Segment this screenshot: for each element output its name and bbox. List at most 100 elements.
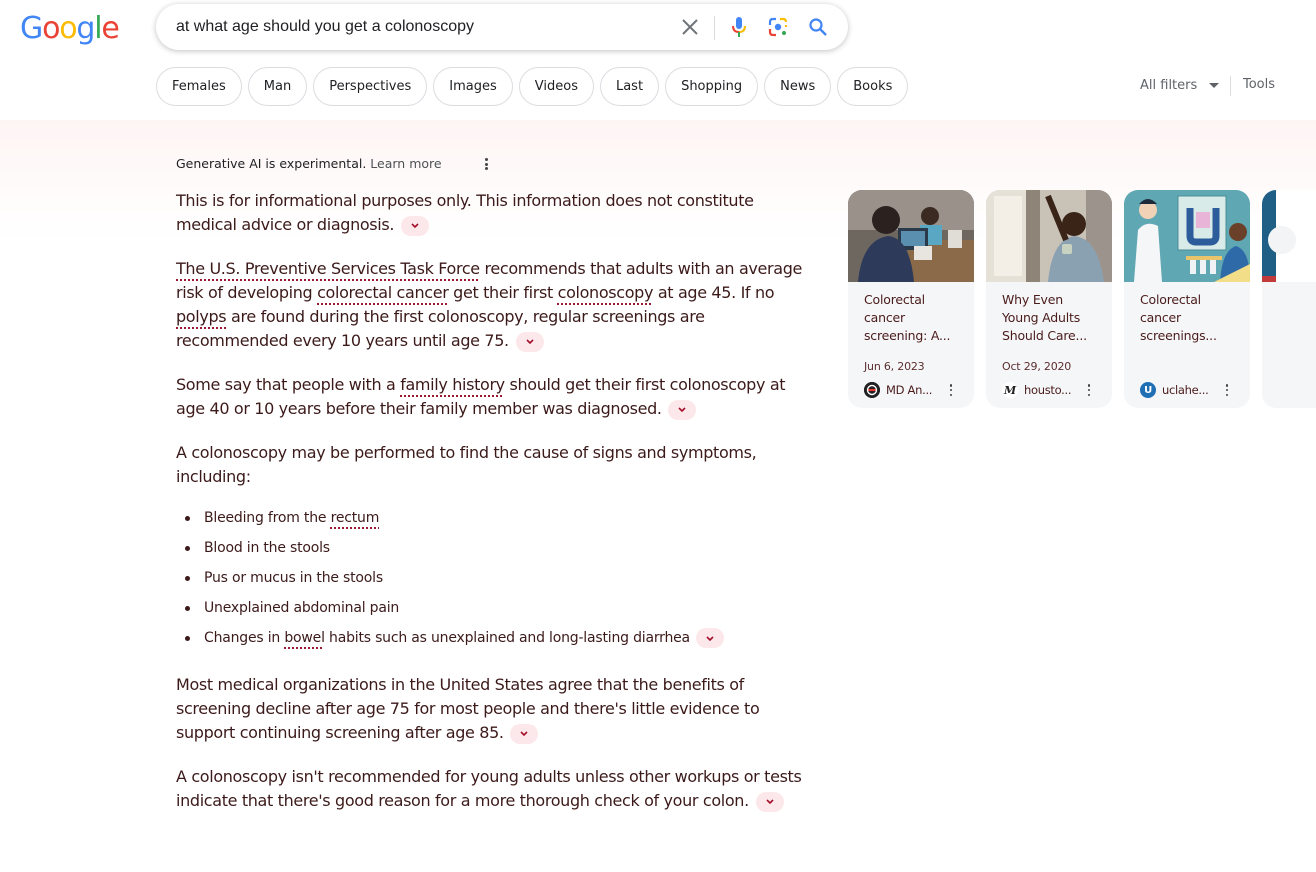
list-item: Blood in the stools (176, 533, 816, 563)
source-card[interactable]: Colorectal cancer screenings... U uclahe… (1124, 190, 1250, 408)
chip-videos[interactable]: Videos (518, 67, 594, 106)
card-date: Jun 6, 2023 (864, 360, 925, 373)
expand-source-button[interactable] (755, 791, 784, 812)
expand-source-button[interactable] (696, 628, 725, 648)
houston-methodist-icon: M (1002, 382, 1018, 398)
term-link[interactable]: colorectal cancer (317, 283, 449, 302)
logo-letter: g (76, 11, 95, 46)
chevron-down-icon (678, 407, 687, 413)
logo-letter: e (101, 11, 119, 46)
chip-shopping[interactable]: Shopping (665, 67, 759, 106)
paragraph-text: at age 45. If no (653, 283, 775, 302)
list-item: Bleeding from the rectum (176, 503, 816, 533)
paragraph-text: A colonoscopy may be performed to find t… (176, 443, 757, 486)
item-text: Unexplained abdominal pain (204, 600, 400, 616)
md-anderson-icon (864, 382, 880, 398)
card-title: Colorectal cancer screenings... (1140, 292, 1217, 343)
ai-notice-text: Generative AI is experimental. (176, 156, 367, 171)
ai-paragraph: The U.S. Preventive Services Task Force … (176, 257, 816, 353)
expand-source-button[interactable] (668, 399, 697, 420)
logo-letter: G (20, 11, 43, 46)
chip-perspectives[interactable]: Perspectives (313, 67, 428, 106)
tools-button[interactable]: Tools (1243, 77, 1275, 92)
item-text: Blood in the stools (204, 540, 330, 556)
expand-source-button[interactable] (400, 215, 429, 236)
term-link[interactable]: colonoscopy (558, 283, 654, 302)
source-cards: Colorectal cancer screening: A... Jun 6,… (848, 190, 1316, 408)
term-link[interactable]: bowel (284, 630, 325, 646)
search-filter-chips: Females Man Perspectives Images Videos L… (156, 67, 909, 106)
card-thumbnail-image (1124, 190, 1250, 282)
chip-news[interactable]: News (764, 67, 832, 106)
chip-last[interactable]: Last (599, 67, 660, 106)
list-item: Changes in bowel habits such as unexplai… (176, 623, 816, 653)
ai-paragraph: A colonoscopy isn't recommended for youn… (176, 765, 816, 813)
filters-divider (1230, 76, 1231, 96)
ucla-health-icon: U (1140, 382, 1156, 398)
more-options-icon[interactable] (480, 156, 492, 172)
chevron-down-icon (766, 799, 774, 805)
search-divider (714, 16, 715, 40)
ai-overview-body: This is for informational purposes only.… (176, 189, 816, 833)
mic-icon[interactable] (727, 15, 751, 39)
card-source-name: housto... (1024, 383, 1072, 397)
symptoms-list: Bleeding from the rectum Blood in the st… (176, 503, 816, 653)
expand-source-button[interactable] (515, 331, 544, 352)
chevron-down-icon (520, 731, 528, 737)
all-filters-button[interactable]: All filters (1140, 78, 1220, 93)
ai-notice: Generative AI is experimental. Learn mor… (176, 156, 442, 171)
card-date: Oct 29, 2020 (1002, 360, 1072, 373)
chevron-down-icon (706, 635, 714, 641)
card-source-name: uclahe... (1162, 383, 1209, 397)
term-link[interactable]: The U.S. Preventive Services Task Force (176, 259, 480, 278)
list-item: Pus or mucus in the stools (176, 563, 816, 593)
ai-paragraph: Most medical organizations in the United… (176, 673, 816, 745)
chip-females[interactable]: Females (156, 67, 242, 106)
expand-source-button[interactable] (510, 723, 539, 744)
term-link[interactable]: family history (400, 375, 505, 394)
paragraph-text: get their first (448, 283, 558, 302)
card-more-icon[interactable] (1086, 384, 1092, 396)
search-input[interactable] (176, 4, 656, 50)
source-card[interactable]: Why Even Young Adults Should Care... Oct… (986, 190, 1112, 408)
chevron-down-icon (411, 223, 419, 229)
card-title: Colorectal cancer screening: A... (864, 292, 951, 343)
ai-paragraph: This is for informational purposes only.… (176, 189, 816, 237)
card-thumbnail-image (1262, 190, 1316, 282)
logo-letter: o (59, 11, 77, 46)
caret-down-icon (1209, 83, 1220, 88)
paragraph-text: Most medical organizations in the United… (176, 675, 760, 742)
card-source: U uclahe... (1140, 382, 1209, 398)
item-text: Changes in (204, 630, 285, 646)
lens-icon[interactable] (766, 15, 790, 39)
source-card[interactable]: Colorectal cancer screening: A... Jun 6,… (848, 190, 974, 408)
paragraph-text: This is for informational purposes only.… (176, 191, 754, 234)
learn-more-link[interactable]: Learn more (370, 156, 441, 171)
chip-books[interactable]: Books (837, 67, 909, 106)
ai-paragraph: Some say that people with a family histo… (176, 373, 816, 421)
all-filters-label: All filters (1140, 78, 1198, 93)
source-card-partial[interactable] (1262, 190, 1316, 408)
chip-images[interactable]: Images (433, 67, 513, 106)
ai-paragraph: A colonoscopy may be performed to find t… (176, 441, 816, 489)
card-thumbnail-image (986, 190, 1112, 282)
logo-letter: l (94, 11, 102, 46)
term-link[interactable]: polyps (176, 307, 227, 326)
logo-letter: o (42, 11, 60, 46)
clear-icon[interactable] (678, 15, 702, 39)
card-more-icon[interactable] (1224, 384, 1230, 396)
card-more-icon[interactable] (948, 384, 954, 396)
google-logo[interactable]: Google (20, 11, 120, 46)
chevron-down-icon (525, 339, 534, 345)
term-link[interactable]: rectum (331, 510, 380, 526)
card-source: M housto... (1002, 382, 1072, 398)
paragraph-text: are found during the first colonoscopy, … (176, 307, 705, 350)
paragraph-text: A colonoscopy isn't recommended for youn… (176, 767, 802, 810)
item-text: Bleeding from the (204, 510, 331, 526)
card-title: Why Even Young Adults Should Care... (1002, 292, 1087, 343)
card-source: MD An... (864, 382, 932, 398)
chip-man[interactable]: Man (247, 67, 308, 106)
card-source-name: MD An... (886, 383, 933, 397)
search-icon[interactable] (806, 15, 830, 39)
search-box (156, 4, 848, 50)
